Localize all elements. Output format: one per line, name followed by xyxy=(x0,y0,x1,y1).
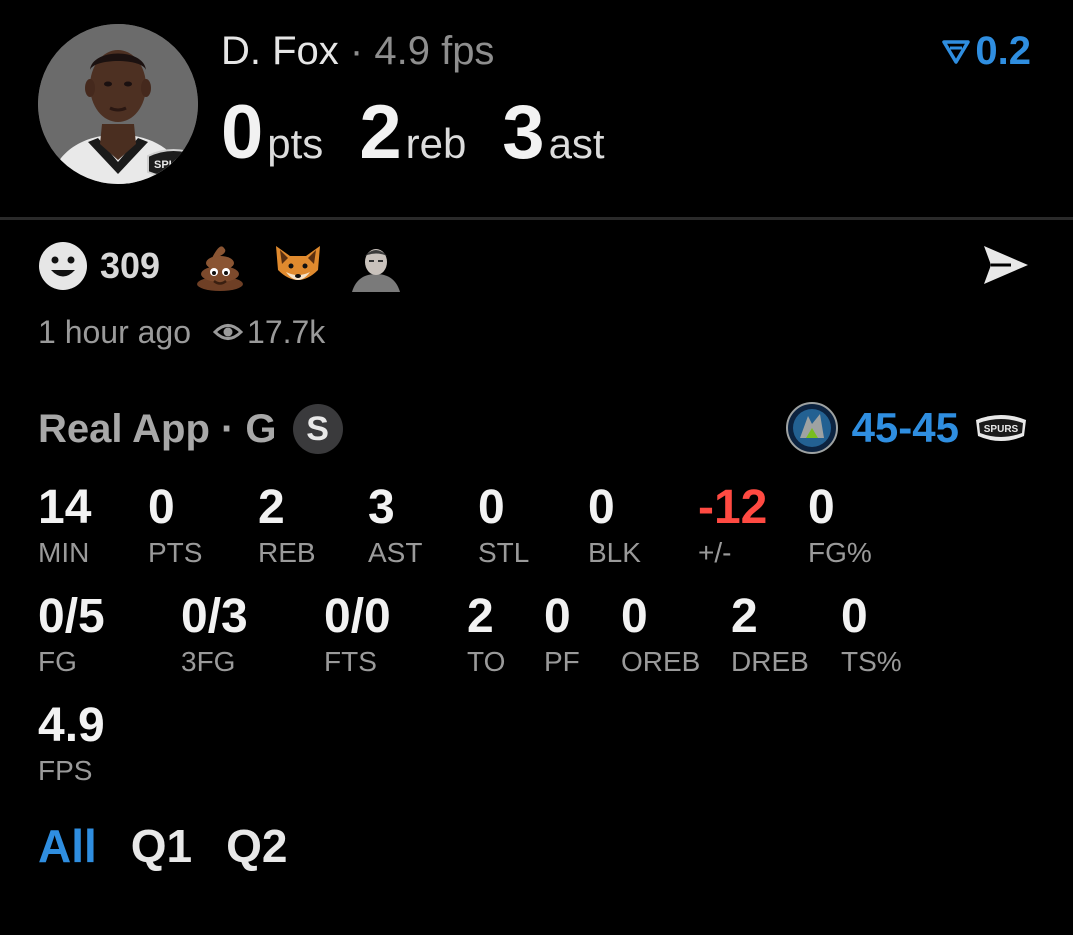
stat-oreb: 0 OREB xyxy=(621,589,700,679)
stat-min: 14 MIN xyxy=(38,480,91,570)
stat-label: OREB xyxy=(621,646,701,677)
stat-blk: 0 BLK xyxy=(588,480,641,570)
stat-to: 2 TO xyxy=(467,589,505,679)
post-meta: 1 hour ago 17.7k xyxy=(38,312,325,352)
stat-label: AST xyxy=(368,537,423,568)
tab-q2[interactable]: Q2 xyxy=(226,818,287,874)
stat-ts-pct: 0 TS% xyxy=(841,589,902,679)
stat-dreb: 2 DREB xyxy=(731,589,809,679)
post-time: 1 hour ago xyxy=(38,314,192,350)
svg-text:SPURS: SPURS xyxy=(984,424,1019,435)
headline-assists-value: 3 xyxy=(502,90,545,175)
player-name[interactable]: D. Fox xyxy=(221,29,339,73)
stat-3fg: 0/3 3FG xyxy=(181,589,248,679)
stat-value: 0 xyxy=(148,481,175,534)
stat-label: MIN xyxy=(38,537,90,568)
player-name-row: D. Fox · 4.9 fps xyxy=(221,26,494,76)
send-icon[interactable] xyxy=(981,242,1031,288)
stat-label: FG% xyxy=(808,537,872,568)
stat-reb: 2 REB xyxy=(258,480,316,570)
stat-label: 3FG xyxy=(181,646,236,677)
stat-value: 3 xyxy=(368,481,395,534)
stat-value: 0/0 xyxy=(324,590,391,643)
trend-value: 0.2 xyxy=(975,29,1031,73)
score-value: 45-45 xyxy=(851,404,959,451)
headline-points-unit: pts xyxy=(267,120,324,167)
stat-value: 0/5 xyxy=(38,590,105,643)
stat-label: TS% xyxy=(841,646,902,677)
stat-value: 0 xyxy=(808,481,835,534)
stat-value: 2 xyxy=(467,590,494,643)
headline-stats: 0 pts 2 reb 3 ast xyxy=(221,88,641,178)
trend-down-icon xyxy=(942,40,971,64)
position-badge: S xyxy=(292,404,343,454)
stat-label: BLK xyxy=(588,537,641,568)
headline-assists-unit: ast xyxy=(548,120,605,167)
stat-value: 0 xyxy=(588,481,615,534)
reaction-count[interactable]: 309 xyxy=(100,245,160,287)
smiley-reaction-icon[interactable] xyxy=(38,241,88,291)
period-tabs: All Q1 Q2 xyxy=(38,818,288,874)
stat-value: 0/3 xyxy=(181,590,248,643)
stat-label: FPS xyxy=(38,755,93,786)
stat-fts: 0/0 FTS xyxy=(324,589,391,679)
stat-value: 0 xyxy=(621,590,648,643)
game-label: Real App · G xyxy=(38,406,277,451)
headline-rebounds-unit: reb xyxy=(405,120,467,167)
header-divider xyxy=(0,217,1073,220)
user-avatar-icon[interactable] xyxy=(350,240,403,292)
stat-stl: 0 STL xyxy=(478,480,529,570)
stat-fg: 0/5 FG xyxy=(38,589,105,679)
stat-label: PTS xyxy=(148,537,203,568)
stat-value: -12 xyxy=(698,481,768,534)
eye-icon xyxy=(213,324,244,340)
timberwolves-logo-icon xyxy=(785,402,838,454)
stat-value: 4.9 xyxy=(38,699,105,752)
stat-pts: 0 PTS xyxy=(148,480,202,570)
trend-indicator: 0.2 xyxy=(941,26,1031,76)
reactions-bar: 309 xyxy=(38,240,428,292)
stat-plus-minus: -12 +/- xyxy=(698,480,767,570)
tab-q1[interactable]: Q1 xyxy=(131,818,192,874)
stat-pf: 0 PF xyxy=(544,589,580,679)
stat-value: 0 xyxy=(478,481,505,534)
poop-emoji-icon[interactable] xyxy=(194,240,246,292)
tab-all[interactable]: All xyxy=(38,818,97,874)
game-info: Real App · G S xyxy=(38,404,343,454)
stat-label: TO xyxy=(467,646,506,677)
stat-label: +/- xyxy=(698,537,732,568)
stat-value: 2 xyxy=(258,481,285,534)
headline-points-value: 0 xyxy=(221,90,264,175)
stat-ast: 3 AST xyxy=(368,480,422,570)
stat-value: 2 xyxy=(731,590,758,643)
stat-fg-pct: 0 FG% xyxy=(808,480,872,570)
stat-fps: 4.9 FPS xyxy=(38,698,105,788)
headline-rebounds-value: 2 xyxy=(359,90,402,175)
stat-value: 0 xyxy=(841,590,868,643)
game-score[interactable]: 45-45 SPURS xyxy=(785,402,1029,454)
fps-label: · 4.9 fps xyxy=(349,29,495,73)
stat-value: 0 xyxy=(544,590,571,643)
view-count: 17.7k xyxy=(247,314,326,350)
stat-label: PF xyxy=(544,646,580,677)
spurs-logo-icon: SPURS xyxy=(976,415,1026,441)
stat-label: DREB xyxy=(731,646,809,677)
fox-emoji-icon[interactable] xyxy=(272,240,324,292)
stat-value: 14 xyxy=(38,481,92,534)
player-avatar[interactable]: SPURS xyxy=(38,24,198,184)
spurs-badge-icon: SPURS xyxy=(147,149,198,178)
stat-label: FTS xyxy=(324,646,377,677)
stat-label: REB xyxy=(258,537,316,568)
stat-label: STL xyxy=(478,537,530,568)
stat-label: FG xyxy=(38,646,77,677)
svg-text:SPURS: SPURS xyxy=(154,159,192,171)
